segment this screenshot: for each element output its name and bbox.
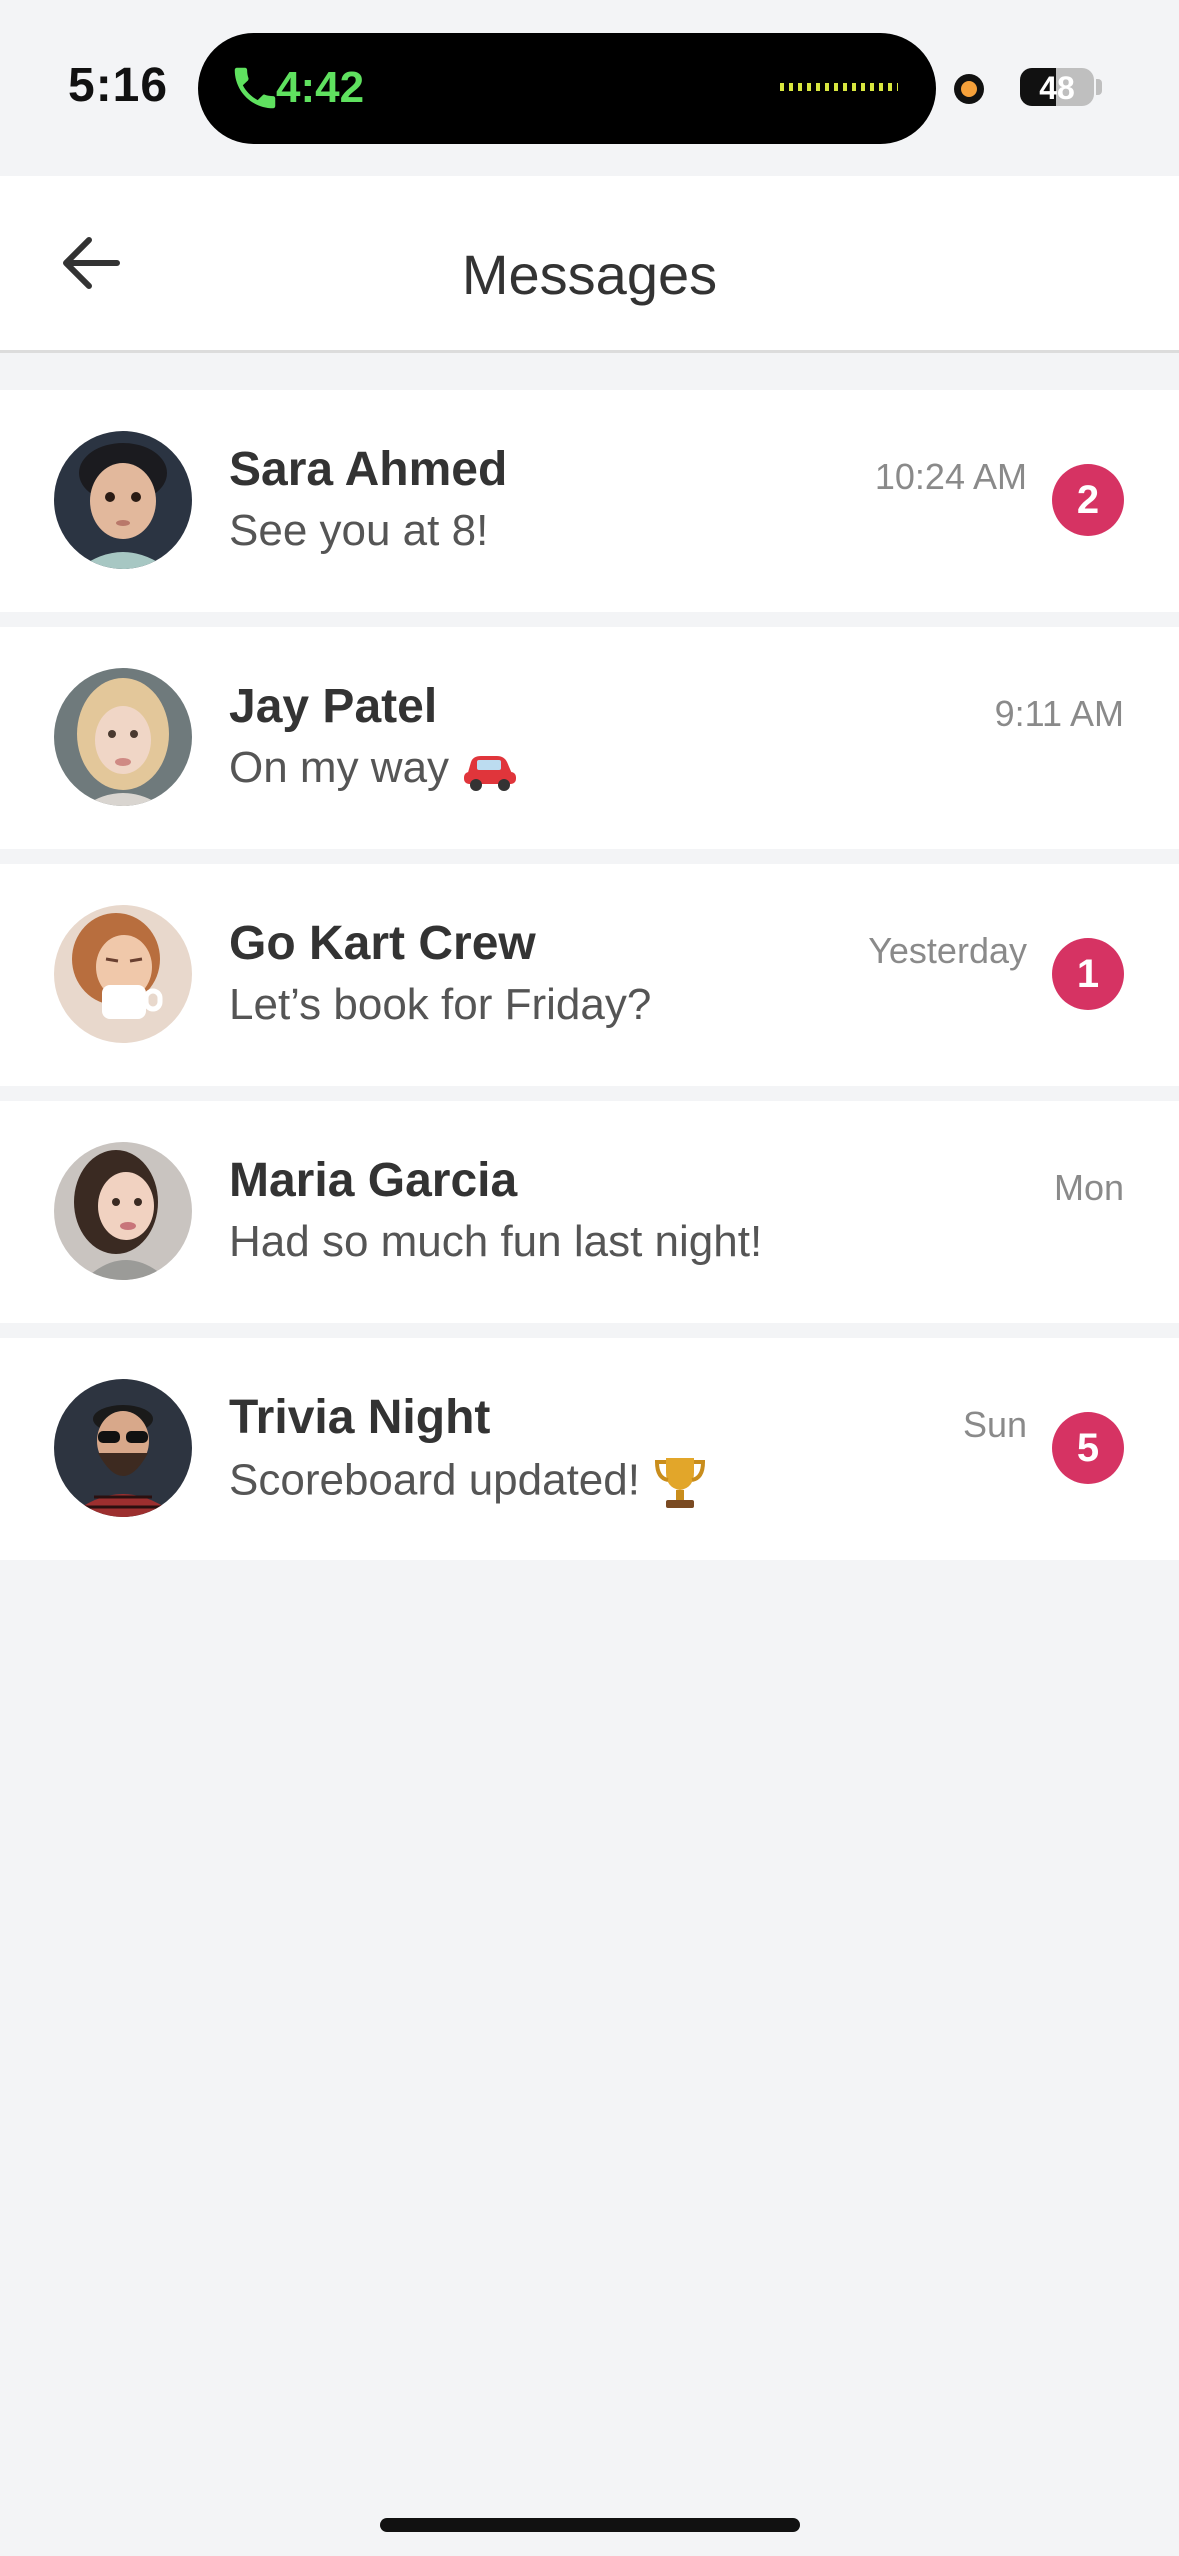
avatar (54, 1142, 192, 1280)
conversation-item[interactable]: Jay Patel On my way 9:11 AM (0, 627, 1179, 849)
conversation-list: Sara Ahmed See you at 8! 10:24 AM 2 Jay … (0, 390, 1179, 1575)
conversation-item[interactable]: Maria Garcia Had so much fun last night!… (0, 1101, 1179, 1323)
contact-name: Go Kart Crew (229, 917, 536, 970)
battery-level: 48 (1039, 70, 1075, 106)
home-indicator[interactable] (380, 2518, 800, 2532)
dynamic-island-call[interactable]: 4:42 (198, 33, 936, 144)
conversation-item[interactable]: Trivia Night Scoreboard updated! Sun 5 (0, 1338, 1179, 1560)
avatar (54, 668, 192, 806)
avatar (54, 431, 192, 569)
battery-icon: 48 (1020, 68, 1094, 106)
message-preview: See you at 8! (229, 506, 489, 555)
message-time: Yesterday (868, 930, 1027, 971)
recording-indicator-icon (954, 74, 984, 104)
message-preview: Had so much fun last night! (229, 1217, 763, 1266)
avatar (54, 905, 192, 1043)
unread-badge: 5 (1052, 1412, 1124, 1484)
contact-name: Trivia Night (229, 1391, 491, 1444)
avatar (54, 1379, 192, 1517)
message-preview: On my way (229, 743, 519, 794)
contact-name: Jay Patel (229, 680, 438, 733)
contact-name: Maria Garcia (229, 1154, 518, 1207)
status-bar: 5:16 4:42 48 (0, 0, 1179, 176)
message-time: 9:11 AM (994, 693, 1124, 734)
audio-waveform-icon (780, 83, 898, 91)
unread-badge: 2 (1052, 464, 1124, 536)
page-title: Messages (461, 243, 718, 306)
header: Messages (0, 176, 1179, 353)
conversation-item[interactable]: Go Kart Crew Let’s book for Friday? Yest… (0, 864, 1179, 1086)
status-time: 5:16 (68, 59, 169, 112)
contact-name: Sara Ahmed (229, 443, 508, 496)
message-preview: Let’s book for Friday? (229, 980, 652, 1029)
message-time: 10:24 AM (874, 456, 1027, 497)
call-duration: 4:42 (276, 63, 365, 112)
message-time: Mon (1053, 1167, 1124, 1208)
message-preview: Scoreboard updated! (229, 1454, 706, 1512)
phone-icon (234, 67, 276, 109)
battery-cap (1096, 79, 1102, 95)
trophy-icon (654, 1458, 705, 1508)
message-time: Sun (962, 1404, 1027, 1445)
unread-badge: 1 (1052, 938, 1124, 1010)
conversation-item[interactable]: Sara Ahmed See you at 8! 10:24 AM 2 (0, 390, 1179, 612)
car-icon (464, 756, 517, 792)
